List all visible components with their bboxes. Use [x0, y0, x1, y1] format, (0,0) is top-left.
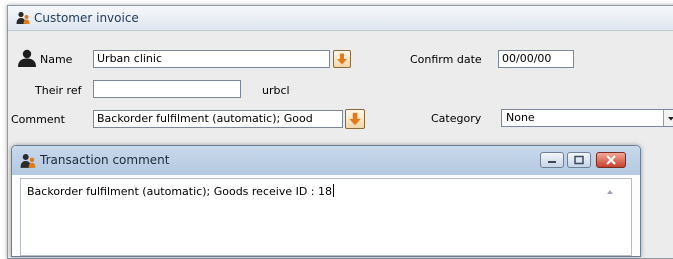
comment-edit-button[interactable] [345, 109, 365, 129]
window-title-bar: Customer invoice [8, 6, 673, 31]
chevron-down-icon[interactable] [663, 110, 673, 126]
customer-icon[interactable] [17, 49, 39, 67]
customer-code: urbcl [262, 84, 290, 97]
name-field[interactable]: Urban clinic [93, 50, 330, 68]
their-ref-label: Their ref [35, 84, 82, 97]
confirm-date-field[interactable]: 00/00/00 [498, 50, 574, 68]
minimize-button[interactable] [540, 152, 564, 168]
transaction-comment-dialog: Transaction comment Backorder fulfilment… [11, 145, 641, 257]
down-arrow-icon [349, 112, 361, 126]
comment-field[interactable]: Backorder fulfilment (automatic); Good [93, 110, 343, 128]
maximize-icon [574, 155, 584, 165]
category-label: Category [431, 112, 482, 125]
down-arrow-icon [337, 53, 347, 65]
people-icon [20, 154, 36, 168]
close-button[interactable] [596, 152, 626, 168]
their-ref-field[interactable] [93, 80, 241, 98]
text-cursor [333, 184, 335, 197]
window-title: Customer invoice [34, 11, 139, 25]
name-label: Name [40, 53, 73, 66]
minimize-icon [548, 161, 556, 163]
scroll-up-icon[interactable] [607, 190, 613, 194]
dialog-title-bar: Transaction comment [12, 146, 640, 175]
comment-text: Backorder fulfilment (automatic); Goods … [27, 185, 333, 198]
people-icon [16, 11, 30, 24]
comment-label: Comment [11, 113, 65, 126]
comment-textarea[interactable]: Backorder fulfilment (automatic); Goods … [20, 178, 632, 256]
close-icon [606, 155, 616, 165]
confirm-date-label: Confirm date [410, 53, 482, 66]
category-select[interactable]: None [501, 109, 673, 127]
dialog-title: Transaction comment [40, 153, 170, 167]
name-lookup-button[interactable] [333, 50, 351, 68]
maximize-button[interactable] [567, 152, 591, 168]
category-value: None [506, 111, 535, 124]
